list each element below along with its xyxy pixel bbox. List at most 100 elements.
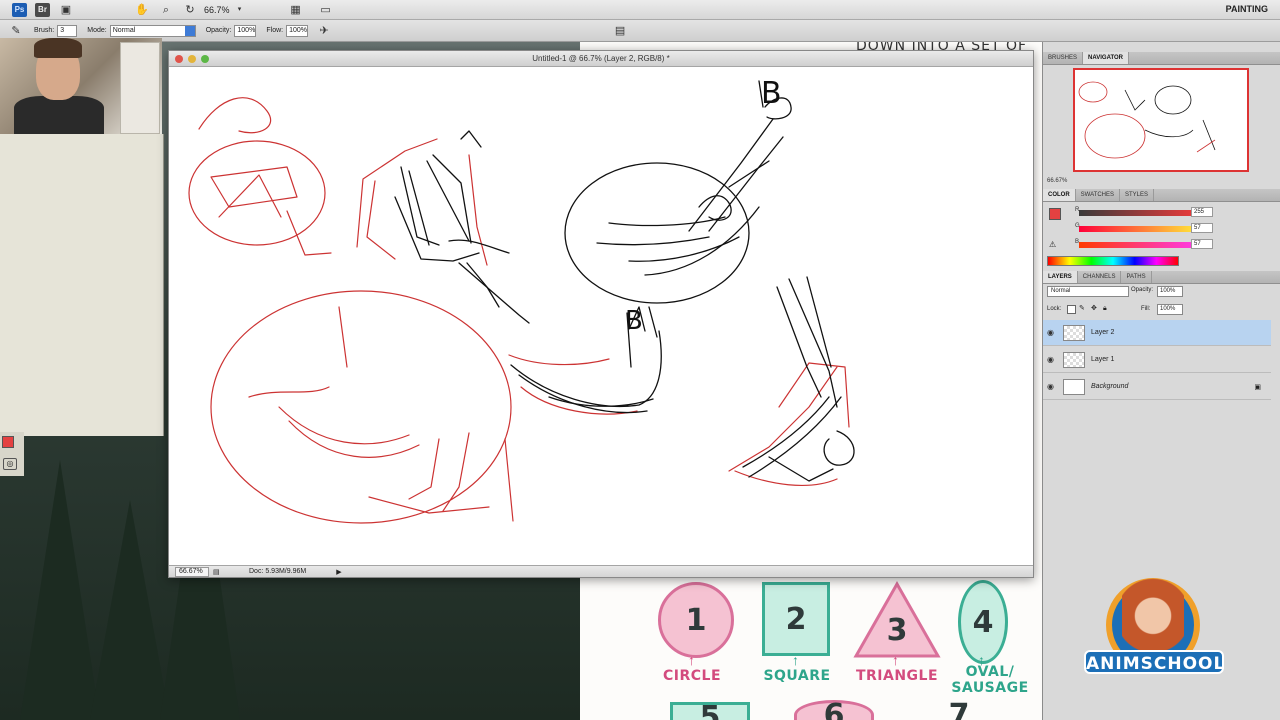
shape-number: 5 [699,699,721,720]
drawing-canvas[interactable]: B B [169,67,1033,565]
document-status-bar: 66.67% ▤ Doc: 5.93M/9.96M ▶ [169,565,1033,577]
shape-7: 7 [924,697,994,720]
flow-field[interactable]: 100% [286,24,309,37]
tab-swatches[interactable]: SWATCHES [1076,189,1121,201]
gamut-warning-icon[interactable]: ⚠ [1049,240,1056,249]
channel-g-slider[interactable] [1079,226,1209,232]
logo-text: ANIMSCHOOL [1084,650,1224,674]
black-sketch-strokes [394,80,855,482]
webcam-overlay [0,38,162,134]
visibility-eye-icon[interactable]: ◉ [1047,355,1057,364]
layer-thumbnail [1063,378,1085,395]
navigator-preview [1078,81,1216,159]
workspace-switcher[interactable]: PAINTING [1226,4,1268,14]
shape-number: 7 [948,697,970,720]
shape-number: 1 [685,602,707,638]
flow-label: Flow: [266,27,284,34]
visibility-eye-icon[interactable]: ◉ [1047,328,1057,337]
tree-silhouette [90,500,170,720]
opacity-field[interactable]: 100% [234,24,257,37]
lock-transparency-icon[interactable] [1067,305,1076,314]
photoshop-logo-icon[interactable]: Ps [12,2,27,17]
channel-b-slider[interactable] [1079,242,1209,248]
shape-number: 3 [886,612,908,648]
view-extras-icon[interactable]: ▣ [58,3,74,17]
layer-row[interactable]: ◉ Layer 2 [1043,320,1271,346]
layer-name[interactable]: Layer 1 [1091,356,1114,363]
lock-label: Lock: [1047,306,1062,312]
layer-thumbnail [1063,324,1085,341]
webcam-door [120,42,160,134]
tab-navigator[interactable]: NAVIGATOR [1083,52,1130,64]
lock-image-icon[interactable]: ✎ [1079,305,1088,314]
shape-6: 6 [794,697,874,720]
lock-position-icon[interactable]: ✥ [1091,305,1100,314]
layer-name[interactable]: Layer 2 [1091,329,1114,336]
layer-name[interactable]: Background [1091,383,1128,390]
shape-label-circle: CIRCLE [662,668,722,684]
status-zoom-field[interactable]: 66.67% [175,566,209,577]
layer-blend-mode-select[interactable]: Normal [1047,286,1129,297]
sketch-drawing: B B [188,76,855,524]
tab-channels[interactable]: CHANNELS [1078,271,1122,283]
shape-number: 6 [823,697,845,720]
canvas-mark: B [625,306,643,336]
shape-square: 2 [762,582,830,656]
lock-icon: ▣ [1254,383,1261,391]
channel-r-value[interactable]: 255 [1191,207,1213,217]
shape-number: 2 [785,601,807,637]
fill-field[interactable]: 100% [1157,304,1183,315]
tab-color[interactable]: COLOR [1043,189,1076,201]
tab-styles[interactable]: STYLES [1120,189,1155,201]
tab-layers[interactable]: LAYERS [1043,271,1078,283]
left-panel [0,134,164,436]
lock-all-icon[interactable]: 🔒︎ [1103,305,1112,314]
channel-g-value[interactable]: 57 [1191,223,1213,233]
foreground-color-swatch[interactable] [2,436,14,448]
navigator-thumbnail[interactable] [1073,68,1249,172]
arrow-up-icon: ↑ [688,652,695,668]
bridge-button[interactable]: Br [35,2,50,17]
visibility-eye-icon[interactable]: ◉ [1047,382,1057,391]
tab-paths[interactable]: PATHS [1121,271,1152,283]
layer-row[interactable]: ◉ Layer 1 [1043,347,1271,373]
hand-tool-icon[interactable]: ✋ [134,3,150,17]
rotate-view-icon[interactable]: ↻ [182,3,198,17]
zoom-level[interactable]: 66.7% [204,5,230,15]
shape-label-square: SQUARE [763,668,831,684]
color-panel-tabs: COLOR SWATCHES STYLES [1043,189,1280,202]
document-title: Untitled-1 @ 66.7% (Layer 2, RGB/8) * [532,54,670,63]
brush-preset-icon[interactable]: ✎ [8,24,24,38]
status-export-icon[interactable]: ▤ [213,568,223,576]
screen-mode-icon[interactable]: ▭ [318,3,334,17]
shape-triangle: 3 [852,580,942,660]
shape-label-triangle: TRIANGLE [855,668,939,684]
shape-5: 5 [670,699,750,720]
document-titlebar[interactable]: Untitled-1 @ 66.7% (Layer 2, RGB/8) * [169,51,1033,67]
channel-b-value[interactable]: 57 [1191,239,1213,249]
airbrush-icon[interactable]: ✈ [316,24,332,38]
status-menu-arrow-icon[interactable]: ▶ [336,568,341,576]
tools-strip: ◎ [0,432,24,476]
mode-select[interactable]: Normal [109,24,196,37]
webcam-person-body [14,96,104,134]
mode-label: Mode: [87,27,107,34]
arrange-documents-icon[interactable]: ▦ [288,3,304,17]
navigator-zoom-value[interactable]: 66.67% [1047,178,1067,184]
brush-panel-icon[interactable]: ▤ [612,24,628,38]
layer-row[interactable]: ◉ Background ▣ [1043,374,1271,400]
tree-silhouette [20,460,100,720]
color-spectrum-ramp[interactable] [1047,256,1179,266]
arrow-up-icon: ↑ [892,652,899,668]
shape-number: 4 [972,604,994,640]
brush-size-picker[interactable]: 3 [57,24,78,37]
zoom-tool-icon[interactable]: ⌕ [158,3,174,17]
layer-opacity-field[interactable]: 100% [1157,286,1183,297]
chevron-down-icon[interactable]: ▾ [232,3,248,17]
tab-brushes[interactable]: BRUSHES [1043,52,1084,64]
color-foreground-swatch[interactable] [1049,208,1061,220]
quick-mask-icon[interactable]: ◎ [3,458,17,470]
channel-r-slider[interactable] [1079,210,1209,216]
layer-opacity-label: Opacity: [1131,287,1154,293]
layer-thumbnail [1063,351,1085,368]
